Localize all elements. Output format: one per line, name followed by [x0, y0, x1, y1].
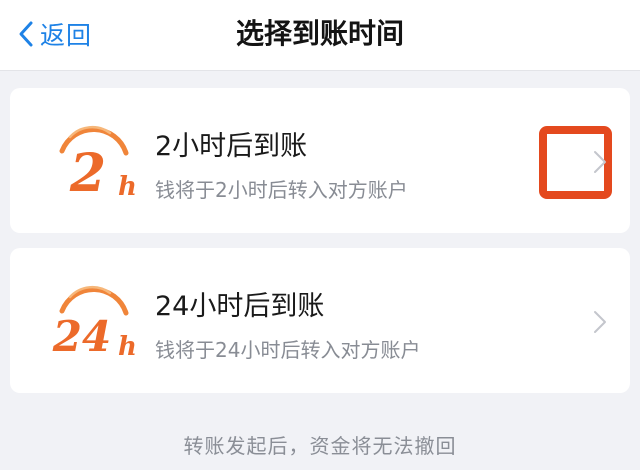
option-description: 钱将于2小时后转入对方账户 [155, 178, 408, 202]
logo-number: 24 [52, 312, 111, 361]
page-title: 选择到账时间 [235, 17, 404, 50]
nav-bar: 返回 选择到账时间 [0, 0, 640, 71]
option-description: 钱将于24小时后转入对方账户 [155, 338, 421, 362]
clock-24h-logo: 24 h [52, 285, 137, 362]
option-24h[interactable]: 24 h 24小时后到账 钱将于24小时后转入对方账户 [10, 248, 630, 393]
logo-number: 2 [69, 143, 106, 204]
option-title: 2小时后到账 [155, 131, 308, 162]
footer-note: 转账发起后，资金将无法撤回 [183, 434, 457, 458]
chevron-right-icon [594, 151, 606, 173]
option-title: 24小时后到账 [155, 291, 325, 322]
logo-unit: h [118, 332, 137, 362]
chevron-left-icon [19, 21, 33, 47]
back-button[interactable]: 返回 [18, 14, 92, 54]
back-label: 返回 [40, 21, 93, 50]
option-2h[interactable]: 2 h 2小时后到账 钱将于2小时后转入对方账户 [10, 88, 630, 233]
logo-unit: h [118, 172, 137, 202]
chevron-right-icon [594, 311, 606, 333]
clock-2h-logo: 2 h [59, 125, 137, 204]
